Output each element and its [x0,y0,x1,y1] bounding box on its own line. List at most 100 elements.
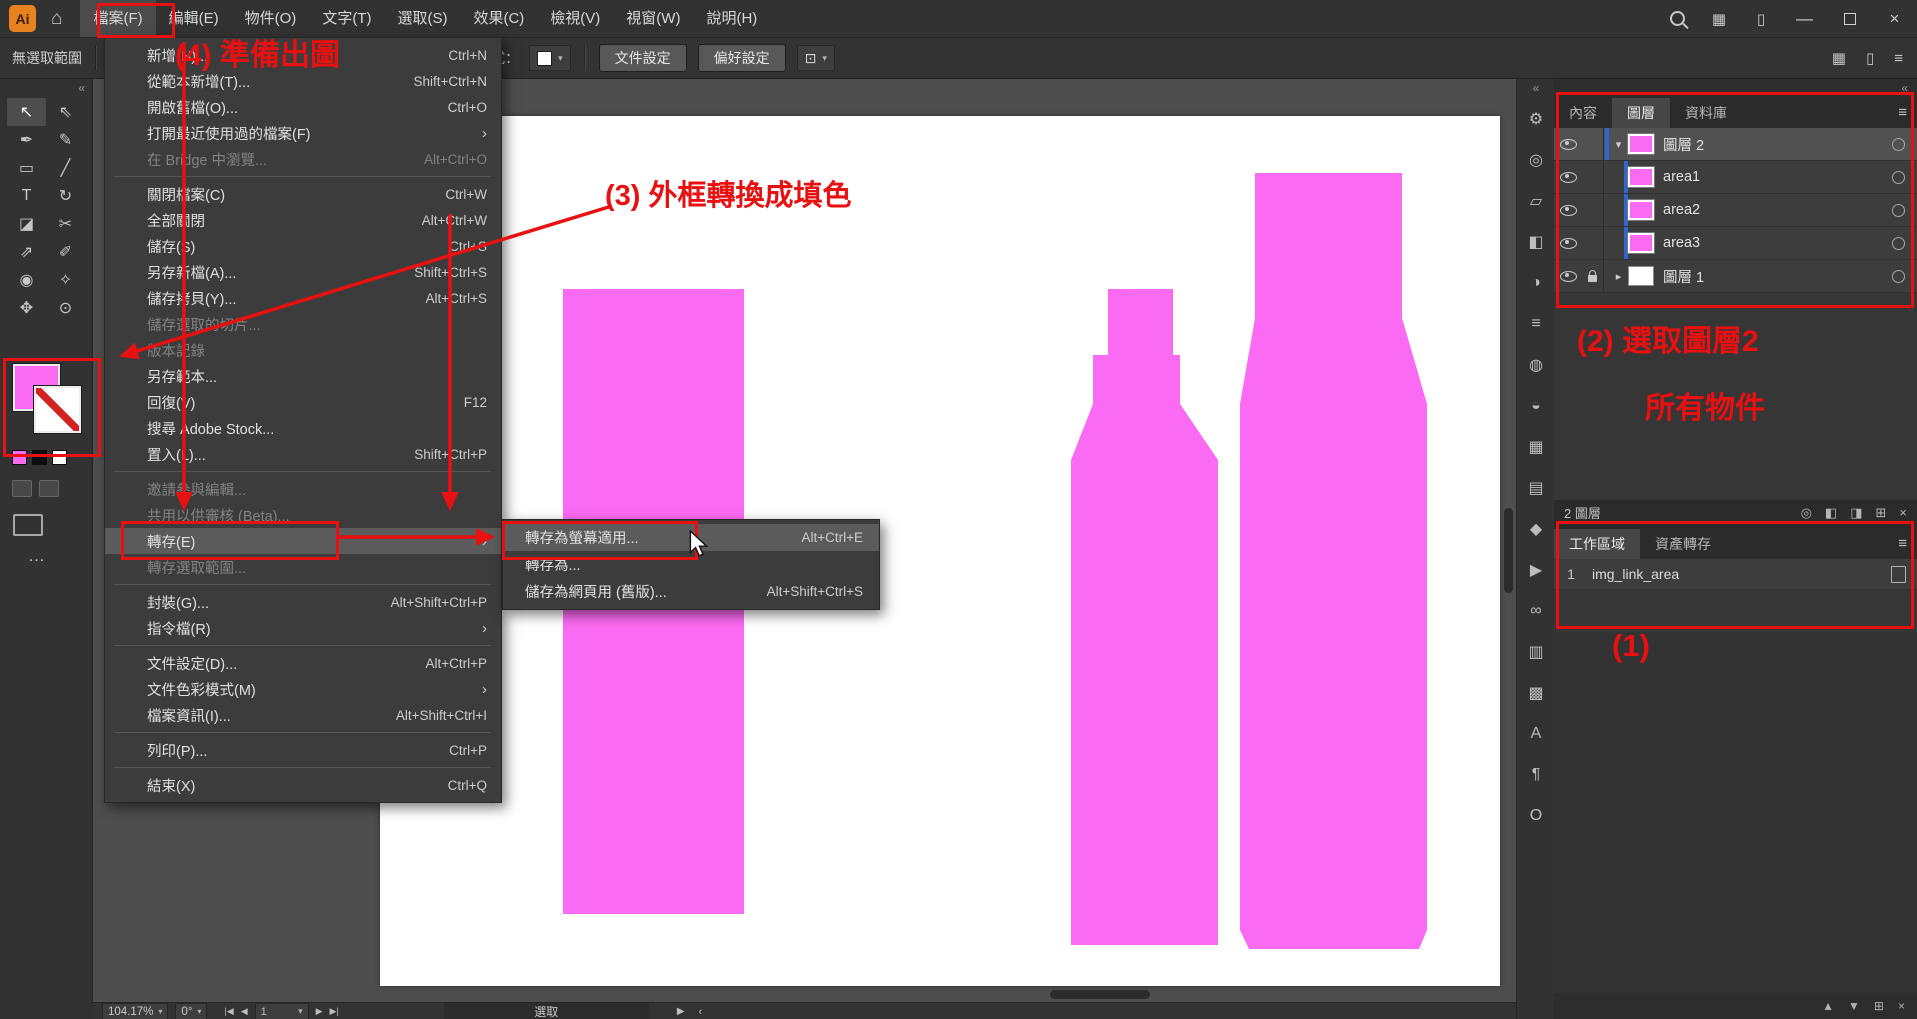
move-down-icon[interactable]: ▼ [1848,999,1860,1013]
character-icon[interactable]: A [1517,713,1555,754]
eraser-tool[interactable]: ◪ [7,210,46,238]
preferences-button[interactable]: 偏好設定 [698,44,786,72]
image-trace-icon[interactable]: ▥ [1517,631,1555,672]
file-menu-item-21[interactable]: 指令檔(R)› [105,615,501,641]
file-menu-item-22[interactable]: 文件設定(D)...Alt+Ctrl+P [105,650,501,676]
menu-select[interactable]: 選取(S) [384,0,460,37]
menu-file[interactable]: 檔案(F) [80,0,155,37]
layers-tab-2[interactable]: 資料庫 [1670,98,1742,128]
links-icon[interactable]: ∞ [1517,590,1555,631]
scissors-tool[interactable]: ✂ [46,210,85,238]
file-menu-item-12[interactable]: 另存範本... [105,363,501,389]
selection-tool[interactable]: ↖ [7,98,46,126]
properties-gear-icon[interactable]: ⚙ [1517,98,1555,139]
vertical-scrollbar[interactable] [1504,508,1513,593]
panel-layout-icon[interactable]: ▯ [1866,49,1874,67]
scale-tool[interactable]: ⇗ [7,238,46,266]
file-menu-item-6[interactable]: 全部關閉Alt+Ctrl+W [105,207,501,233]
home-icon[interactable]: ⌂ [51,8,62,30]
menu-window[interactable]: 視窗(W) [613,0,693,37]
artboard-row-1[interactable]: 1img_link_area [1554,559,1917,590]
arrange-documents-icon[interactable]: ▦ [1698,0,1740,37]
lock-toggle[interactable] [1582,128,1604,160]
appearance-icon[interactable]: ◍ [1517,344,1555,385]
delete-artboard-icon[interactable]: × [1898,999,1905,1013]
menu-view[interactable]: 檢視(V) [537,0,613,37]
visibility-toggle[interactable] [1554,260,1582,292]
file-menu-item-20[interactable]: 封裝(G)...Alt+Shift+Ctrl+P [105,589,501,615]
target-circle-icon[interactable] [1892,138,1905,151]
artboard-number-field[interactable]: 1▾ [255,1003,309,1019]
hand-tool[interactable]: ✥ [7,294,46,322]
layer-row-2[interactable]: area1 [1554,161,1917,194]
zoom-tool[interactable]: ⊙ [46,294,85,322]
file-menu-item-26[interactable]: 結束(X)Ctrl+Q [105,772,501,798]
artboards-tab-0[interactable]: 工作區域 [1554,529,1640,559]
target-circle-icon[interactable] [1892,204,1905,217]
eyedropper-tool[interactable]: ✧ [46,266,85,294]
pattern-icon[interactable]: ▩ [1517,672,1555,713]
direct-selection-tool[interactable]: ⇖ [46,98,85,126]
brushes-icon[interactable]: ▤ [1517,467,1555,508]
restore-button[interactable] [1827,0,1872,37]
brush-tool[interactable]: ✐ [46,238,85,266]
lock-toggle[interactable] [1582,194,1604,226]
next-artboard-icon[interactable]: ▶ [316,1006,323,1017]
document-setup-button[interactable]: 文件設定 [599,44,687,72]
export-submenu-item-2[interactable]: 儲存為網頁用 (舊版)...Alt+Shift+Ctrl+S [503,578,879,605]
locate-object-icon[interactable]: ◎ [1801,505,1812,521]
target-circle-icon[interactable] [1892,237,1905,250]
last-artboard-icon[interactable]: ▶| [330,1006,339,1017]
file-menu-item-2[interactable]: 開啟舊檔(O)...Ctrl+O [105,94,501,120]
layer-row-4[interactable]: area3 [1554,227,1917,260]
menu-effect[interactable]: 效果(C) [460,0,537,37]
panel-menu-icon[interactable]: ≡ [1888,529,1917,559]
lock-toggle[interactable] [1582,227,1604,259]
zoom-level-select[interactable]: 104.17%▾ [102,1003,168,1019]
export-submenu-item-0[interactable]: 轉存為螢幕適用...Alt+Ctrl+E [503,524,879,551]
layer-row-5[interactable]: ▸圖層 1 [1554,260,1917,293]
draw-normal-icon[interactable] [12,480,32,497]
graphic-style-select[interactable]: ▾ [529,45,571,71]
rectangle-tool[interactable]: ▭ [7,154,46,182]
new-sublayer-icon[interactable]: ◨ [1850,505,1862,521]
rotation-select[interactable]: 0°▾ [175,1003,207,1019]
draw-behind-icon[interactable] [39,480,59,497]
horizontal-scrollbar[interactable] [1050,990,1150,999]
grid-icon[interactable]: ▦ [1832,49,1846,67]
menu-edit[interactable]: 編輯(E) [156,0,232,37]
file-menu-item-15[interactable]: 置入(L)...Shift+Ctrl+P [105,441,501,467]
file-menu-item-18[interactable]: 轉存(E)› [105,528,501,554]
collapse-toolbar-icon[interactable]: « [0,78,92,98]
first-artboard-icon[interactable]: |◀ [224,1006,233,1017]
stroke-color-swatch[interactable] [34,386,81,433]
file-menu-item-8[interactable]: 另存新檔(A)...Shift+Ctrl+S [105,259,501,285]
target-circle-icon[interactable] [1892,270,1905,283]
visibility-toggle[interactable] [1554,227,1582,259]
lock-toggle[interactable] [1582,161,1604,193]
visibility-toggle[interactable] [1554,161,1582,193]
pencil-tool[interactable]: ✎ [46,126,85,154]
menu-icon[interactable]: ≡ [1894,50,1903,67]
expand-chevron-icon[interactable]: ▾ [1609,138,1628,151]
file-menu-item-24[interactable]: 檔案資訊(I)...Alt+Shift+Ctrl+I [105,702,501,728]
layer-row-1[interactable]: ▾圖層 2 [1554,128,1917,161]
file-menu-item-3[interactable]: 打開最近使用過的檔案(F)› [105,120,501,146]
opentype-icon[interactable]: O [1517,795,1555,836]
file-menu-item-25[interactable]: 列印(P)...Ctrl+P [105,737,501,763]
play-icon[interactable]: ▶ [677,1006,685,1017]
file-menu-item-14[interactable]: 搜尋 Adobe Stock... [105,415,501,441]
file-menu-item-13[interactable]: 回復(V)F12 [105,389,501,415]
edit-toolbar-icon[interactable]: … [0,546,92,566]
new-artboard-icon[interactable]: ⊞ [1874,999,1884,1013]
select-similar-dropdown[interactable]: ⊡▾ [797,45,835,71]
new-layer-icon[interactable]: ⊞ [1876,505,1887,521]
layers-tab-0[interactable]: 內容 [1554,98,1612,128]
close-button[interactable]: × [1872,0,1917,37]
swatches-icon[interactable]: ▦ [1517,426,1555,467]
expand-chevron-icon[interactable]: ▸ [1609,270,1628,283]
rotate-tool[interactable]: ↻ [46,182,85,210]
none-mini-swatch[interactable] [52,450,67,465]
gradient-mini-swatch[interactable] [32,450,47,465]
workspace-switcher-icon[interactable]: ▯ [1740,0,1782,37]
